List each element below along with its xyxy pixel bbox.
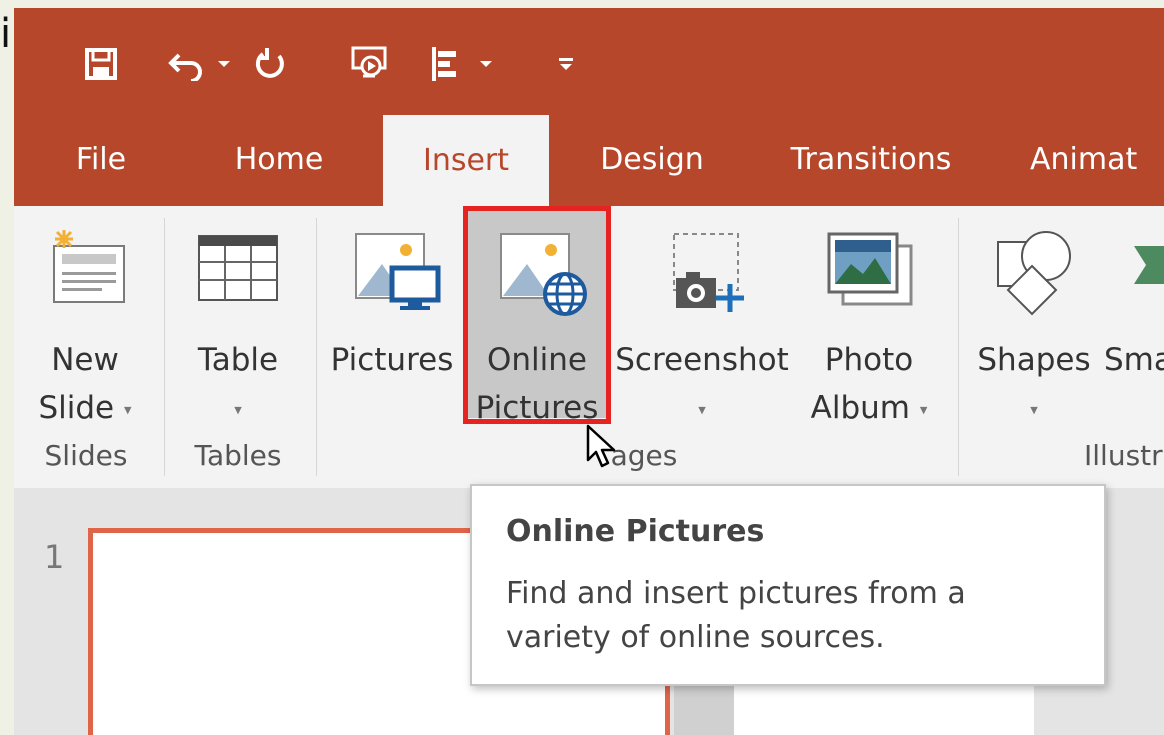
tab-insert[interactable]: Insert [383,115,549,206]
shapes-icon [970,228,1098,318]
tab-home[interactable]: Home [209,113,349,206]
customize-qat-icon[interactable] [554,44,578,84]
photo-album-label: Photo [824,342,914,378]
tab-animations[interactable]: Animat [1030,113,1164,206]
pictures-label: Pictures [330,342,454,378]
photo-album-button[interactable]: Photo Album ▾ [794,206,944,428]
chevron-down-icon: ▾ [919,400,928,419]
quick-access-toolbar [14,8,1164,113]
smartart-button[interactable]: Sma [1104,206,1164,428]
group-separator [958,218,959,476]
tab-file[interactable]: File [56,113,146,206]
online-pictures-label: Online [487,342,587,378]
group-separator [164,218,165,476]
stray-text: i [0,11,12,57]
chevron-down-icon: ▾ [234,400,242,419]
chevron-down-icon: ▾ [123,400,132,419]
photo-album-label-2: Album [810,390,910,426]
new-slide-button[interactable]: New Slide ▾ [28,206,142,428]
powerpoint-window: File Home Insert Design Transitions Anim… [14,8,1164,735]
redo-icon[interactable] [246,44,292,84]
tab-transitions[interactable]: Transitions [776,113,966,206]
group-separator [316,218,317,476]
pictures-button[interactable]: Pictures [324,206,460,428]
screenshot-button[interactable]: Screenshot ▾ [614,206,790,428]
undo-dropdown-icon[interactable] [214,44,234,84]
group-label-illustrations: Illustr [1084,439,1163,472]
undo-icon[interactable] [164,44,210,84]
tab-design[interactable]: Design [582,113,722,206]
smartart-label: Sma [1104,342,1164,378]
ribbon-tabs: File Home Insert Design Transitions Anim… [14,113,1164,206]
touch-mouse-mode-icon[interactable] [422,44,468,84]
online-pictures-icon [468,228,606,318]
photo-album-icon [794,228,944,318]
smartart-icon [1104,228,1164,318]
tooltip: Online Pictures Find and insert pictures… [470,484,1106,686]
online-pictures-button[interactable]: Online Pictures [468,206,606,426]
new-slide-label-2: Slide [38,390,115,426]
new-slide-icon [28,228,142,308]
table-icon [174,228,302,308]
screenshot-label: Screenshot [615,342,789,378]
group-label-tables: Tables [194,439,282,472]
slide-number: 1 [44,538,65,576]
shapes-label: Shapes [977,342,1091,378]
mouse-cursor-icon [586,424,620,476]
pictures-icon [324,228,460,318]
chevron-down-icon: ▾ [1030,400,1038,419]
new-slide-label: New [51,342,119,378]
tooltip-body: Find and insert pictures from a variety … [506,576,966,655]
tooltip-title: Online Pictures [506,514,765,549]
screenshot-icon [614,228,790,318]
table-button[interactable]: Table ▾ [174,206,302,428]
group-label-slides: Slides [44,439,128,472]
save-icon[interactable] [78,44,124,84]
touch-mode-dropdown-icon[interactable] [476,44,496,84]
shapes-button[interactable]: Shapes ▾ [970,206,1098,428]
start-from-beginning-icon[interactable] [344,44,394,84]
chevron-down-icon: ▾ [698,400,706,419]
table-label: Table [197,342,279,378]
